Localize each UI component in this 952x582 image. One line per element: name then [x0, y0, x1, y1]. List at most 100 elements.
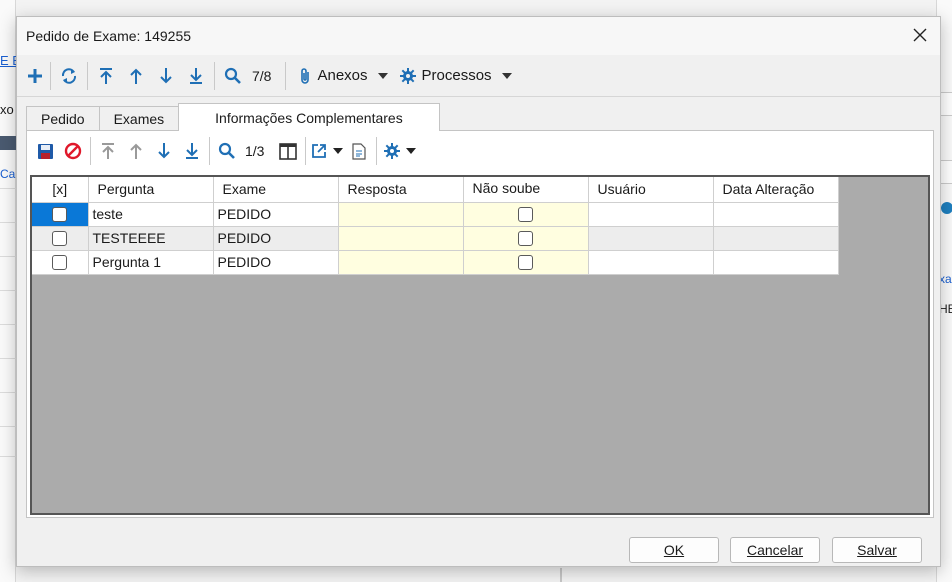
gear-icon: [384, 143, 401, 159]
exame-cell: PEDIDO: [213, 226, 339, 251]
column-header-exame[interactable]: Exame: [213, 177, 339, 203]
save-record-button[interactable]: [31, 136, 59, 166]
ok-button[interactable]: OK: [629, 537, 719, 563]
plus-icon: [28, 68, 42, 83]
grid-previous-record-button[interactable]: [122, 136, 150, 166]
tab-pedido[interactable]: Pedido: [26, 106, 100, 131]
processos-menu[interactable]: Processos: [394, 61, 518, 91]
nao-soube-checkbox[interactable]: [518, 207, 533, 223]
column-header-data-alteracao[interactable]: Data Alteração: [713, 177, 839, 203]
last-record-icon: [190, 67, 202, 84]
first-record-icon: [102, 143, 114, 159]
background-text-fragment: Ca: [0, 167, 16, 181]
tab-exames[interactable]: Exames: [98, 106, 180, 131]
nao-soube-cell[interactable]: [463, 226, 589, 251]
questions-table: [x] Pergunta Exame Resposta Não soube Us…: [32, 177, 839, 275]
columns-icon: [279, 142, 298, 160]
next-record-icon: [158, 143, 170, 159]
background-menu-icon: [0, 136, 16, 150]
next-record-button[interactable]: [151, 61, 181, 91]
row-select-cell[interactable]: [32, 226, 89, 251]
settings-menu-button[interactable]: [380, 136, 420, 166]
table-row[interactable]: Pergunta 1 PEDIDO: [32, 250, 839, 275]
save-button[interactable]: Salvar: [832, 537, 922, 563]
grid-search-button[interactable]: [213, 136, 241, 166]
usuario-cell: [588, 250, 714, 275]
table-row[interactable]: TESTEEEE PEDIDO: [32, 226, 839, 251]
tab-strip: Pedido Exames Informações Complementares: [26, 103, 440, 131]
toolbar-separator: [87, 61, 88, 90]
cancel-button-label: Cancelar: [746, 542, 804, 558]
cancel-button[interactable]: Cancelar: [730, 537, 820, 563]
last-record-icon: [186, 143, 198, 159]
last-record-button[interactable]: [181, 61, 211, 91]
previous-record-button[interactable]: [121, 61, 151, 91]
chevron-down-icon: [406, 148, 417, 154]
toolbar-separator: [305, 137, 307, 165]
anexos-menu[interactable]: Anexos: [293, 61, 393, 91]
search-icon: [224, 67, 241, 84]
nao-soube-checkbox[interactable]: [518, 255, 533, 271]
nao-soube-cell[interactable]: [463, 250, 589, 275]
columns-button[interactable]: [274, 136, 302, 166]
row-select-checkbox[interactable]: [52, 231, 68, 247]
usuario-cell: [588, 226, 714, 251]
row-select-cell[interactable]: [32, 202, 89, 227]
refresh-icon: [61, 67, 77, 84]
column-header-select[interactable]: [x]: [32, 177, 89, 203]
previous-record-icon: [130, 68, 142, 84]
resposta-cell[interactable]: [338, 202, 464, 227]
export-icon: [312, 144, 327, 158]
column-header-nao-soube[interactable]: Não soube: [463, 177, 589, 203]
column-header-pergunta[interactable]: Pergunta: [88, 177, 214, 203]
first-record-icon: [100, 67, 112, 84]
export-button[interactable]: [309, 136, 345, 166]
refresh-button[interactable]: [54, 61, 84, 91]
row-select-cell[interactable]: [32, 250, 89, 275]
tab-informacoes-complementares[interactable]: Informações Complementares: [178, 103, 440, 131]
exame-cell: PEDIDO: [213, 202, 339, 227]
cancel-edit-button[interactable]: [59, 136, 87, 166]
resposta-cell[interactable]: [338, 226, 464, 251]
add-button[interactable]: [23, 61, 47, 91]
data-grid: [x] Pergunta Exame Resposta Não soube Us…: [30, 175, 930, 515]
row-select-checkbox[interactable]: [52, 255, 68, 271]
document-button[interactable]: [345, 136, 373, 166]
table-row[interactable]: teste PEDIDO: [32, 202, 839, 227]
pergunta-cell: TESTEEEE: [88, 226, 214, 251]
grid-first-record-button[interactable]: [94, 136, 122, 166]
next-record-icon: [160, 67, 172, 83]
cancel-icon: [64, 142, 82, 160]
resposta-cell[interactable]: [338, 250, 464, 275]
column-header-resposta[interactable]: Resposta: [338, 177, 464, 203]
grid-next-record-button[interactable]: [150, 136, 178, 166]
save-button-label: Salvar: [857, 542, 897, 558]
close-icon: [913, 28, 927, 42]
first-record-button[interactable]: [91, 61, 121, 91]
chevron-down-icon: [333, 148, 344, 154]
row-select-checkbox[interactable]: [52, 207, 68, 223]
grid-record-position: 1/3: [245, 143, 265, 159]
chevron-down-icon: [377, 72, 388, 79]
close-button[interactable]: [908, 23, 932, 47]
save-disk-icon: [37, 143, 53, 159]
background-divider: [560, 568, 562, 582]
previous-record-icon: [130, 143, 142, 159]
search-button[interactable]: [218, 61, 248, 91]
column-header-usuario[interactable]: Usuário: [588, 177, 714, 203]
data-alteracao-cell: [713, 202, 839, 227]
processos-label: Processos: [421, 67, 492, 84]
pedido-exame-dialog: Pedido de Exame: 149255 7/8 Anexos Proce…: [16, 16, 941, 567]
background-link-fragment[interactable]: E E: [0, 53, 16, 68]
search-icon: [218, 142, 235, 159]
toolbar-separator: [214, 61, 215, 90]
data-alteracao-cell: [713, 226, 839, 251]
paperclip-icon: [301, 67, 310, 84]
toolbar-separator: [285, 61, 287, 90]
grid-last-record-button[interactable]: [178, 136, 206, 166]
dialog-titlebar[interactable]: Pedido de Exame: 149255: [17, 17, 940, 55]
nao-soube-cell[interactable]: [463, 202, 589, 227]
document-icon: [352, 142, 367, 160]
table-header-row: [x] Pergunta Exame Resposta Não soube Us…: [32, 177, 839, 203]
nao-soube-checkbox[interactable]: [518, 231, 533, 247]
